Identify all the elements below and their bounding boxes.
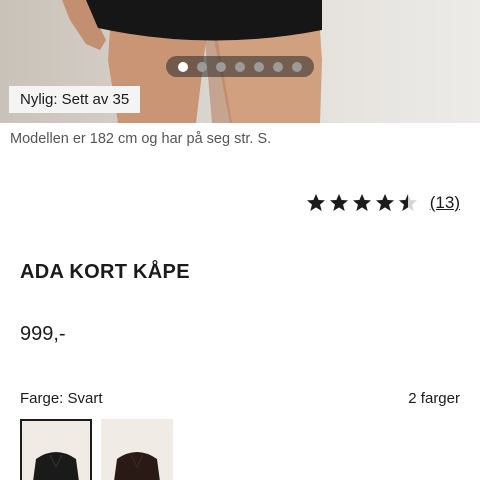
- gallery-dot[interactable]: [273, 61, 283, 72]
- star-icon: [352, 194, 371, 211]
- gallery-dot[interactable]: [216, 61, 226, 72]
- color-swatch-black[interactable]: [20, 419, 92, 480]
- gallery-dot[interactable]: [178, 61, 188, 72]
- gallery-dot[interactable]: [235, 61, 245, 72]
- gallery-dot[interactable]: [292, 61, 302, 72]
- product-rating[interactable]: (13): [306, 193, 460, 213]
- star-icon: [375, 194, 394, 211]
- color-count: 2 farger: [408, 390, 460, 407]
- swatch-image: [33, 452, 79, 480]
- model-size-note: Modellen er 182 cm og har på seg str. S.: [10, 131, 272, 147]
- star-icon: [398, 194, 417, 211]
- review-count-link[interactable]: (13): [430, 193, 460, 213]
- product-price: 999,-: [20, 323, 66, 345]
- product-title: ADA KORT KÅPE: [20, 261, 190, 283]
- star-icon: [306, 194, 325, 211]
- color-swatch-brown[interactable]: [101, 419, 173, 480]
- product-image-gallery[interactable]: Nylig: Sett av 35: [0, 0, 480, 123]
- rating-stars: [306, 193, 418, 213]
- gallery-dot[interactable]: [197, 61, 207, 72]
- gallery-pagination[interactable]: [166, 56, 314, 77]
- recently-viewed-badge: Nylig: Sett av 35: [9, 86, 141, 113]
- star-icon: [329, 194, 348, 211]
- gallery-dot[interactable]: [254, 61, 264, 72]
- selected-color-label: Farge: Svart: [20, 390, 103, 407]
- swatch-image: [114, 452, 160, 480]
